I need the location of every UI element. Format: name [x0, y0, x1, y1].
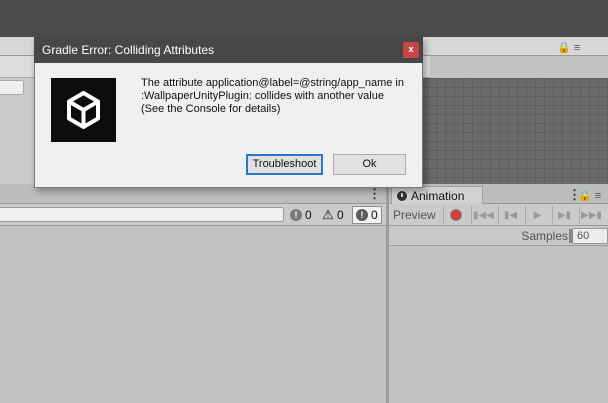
- record-icon: [449, 209, 462, 221]
- animation-timeline-area[interactable]: [389, 246, 608, 403]
- ok-button[interactable]: Ok: [333, 154, 406, 175]
- tab-animation[interactable]: Animation: [391, 186, 483, 204]
- skip-end-icon: ▶▶▮: [581, 209, 602, 221]
- record-button[interactable]: [443, 206, 467, 224]
- animation-lock-icon[interactable]: 🔒 ≡: [578, 189, 606, 203]
- samples-label: Samples: [521, 229, 568, 243]
- message-line: (See the Console for details): [141, 103, 281, 115]
- top-panel-lock-icon[interactable]: 🔒 ≡: [557, 41, 593, 55]
- error-icon: !: [290, 209, 302, 221]
- first-keyframe-button[interactable]: ▮◀◀: [471, 206, 495, 224]
- next-keyframe-button[interactable]: ▶▮: [552, 206, 576, 224]
- preview-button[interactable]: Preview: [390, 206, 442, 224]
- clock-icon: [397, 190, 407, 201]
- scene-search-field[interactable]: [0, 80, 24, 95]
- log-count: 0: [371, 208, 378, 222]
- warning-icon: ⚠: [322, 207, 334, 222]
- message-line: :WallpaperUnityPlugin: collides with ano…: [141, 90, 384, 102]
- previous-keyframe-button[interactable]: ▮◀: [498, 206, 522, 224]
- error-count-toggle[interactable]: ! 0: [287, 206, 315, 224]
- log-count-toggle[interactable]: ! 0: [352, 206, 382, 224]
- unity-logo-icon: [51, 78, 116, 142]
- play-button[interactable]: ▶: [525, 206, 549, 224]
- console-log-area[interactable]: [0, 226, 386, 403]
- error-count: 0: [305, 208, 312, 222]
- play-icon: ▶: [533, 209, 542, 221]
- step-back-icon: ▮◀: [503, 209, 518, 221]
- animation-menu-icon[interactable]: ⋮: [568, 187, 581, 202]
- dialog-title: Gradle Error: Colliding Attributes: [42, 43, 215, 57]
- dialog-close-button[interactable]: x: [403, 42, 419, 58]
- console-menu-icon[interactable]: ⋮: [368, 186, 381, 201]
- scene-grid-view[interactable]: [418, 78, 608, 184]
- console-search-input[interactable]: [0, 207, 284, 222]
- skip-start-icon: ▮◀◀: [473, 209, 494, 221]
- warning-count-toggle[interactable]: ⚠ 0: [319, 206, 347, 224]
- last-keyframe-button[interactable]: ▶▶▮: [579, 206, 603, 224]
- dialog-message: The attribute application@label=@string/…: [141, 77, 413, 127]
- info-icon: !: [356, 209, 368, 221]
- tab-animation-label: Animation: [411, 188, 465, 203]
- samples-field[interactable]: 60: [569, 228, 608, 244]
- troubleshoot-button[interactable]: Troubleshoot: [246, 154, 323, 175]
- step-forward-icon: ▶▮: [557, 209, 572, 221]
- editor-toolbar: [0, 0, 608, 37]
- warning-count: 0: [337, 208, 344, 222]
- message-line: The attribute application@label=@string/…: [141, 77, 404, 89]
